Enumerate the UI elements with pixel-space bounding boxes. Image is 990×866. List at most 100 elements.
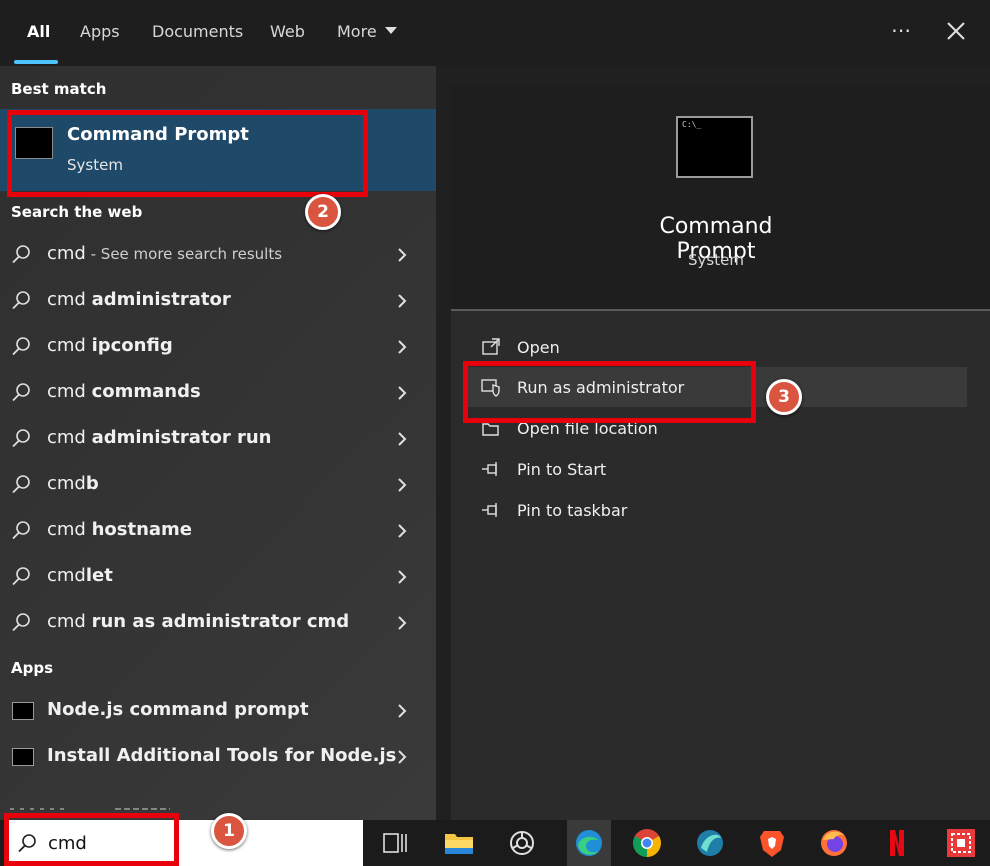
search-icon	[12, 429, 30, 448]
open-icon	[482, 338, 500, 355]
search-icon	[12, 475, 30, 494]
query-suggestion: run as administrator cmd	[91, 611, 350, 632]
web-result-label: cmdb	[47, 473, 99, 494]
action-label: Open	[517, 338, 560, 357]
query-suggestion: b	[85, 473, 99, 494]
tab-documents[interactable]: Documents	[152, 22, 243, 41]
node-terminal-icon	[12, 702, 34, 720]
web-result-label: cmd administrator	[47, 289, 231, 310]
web-result-label: cmd commands	[47, 381, 201, 402]
apps-heading: Apps	[11, 659, 54, 677]
search-icon	[12, 291, 30, 310]
web-result-item[interactable]: cmdb	[0, 463, 436, 507]
highlight-best-match	[7, 110, 368, 197]
step-badge-1: 1	[211, 813, 247, 849]
action-label: Pin to taskbar	[517, 501, 628, 520]
highlight-run-as-administrator	[463, 361, 756, 423]
step-badge-3: 3	[766, 379, 802, 415]
web-result-item[interactable]: cmdlet	[0, 555, 436, 599]
store-icon[interactable]	[944, 826, 978, 860]
query-suggestion: let	[85, 565, 113, 586]
query-prefix: cmd	[47, 335, 92, 356]
query-prefix: cmd	[47, 243, 86, 264]
query-suggestion: administrator run	[91, 427, 272, 448]
preview-subtitle: System	[688, 251, 744, 269]
web-result-label: cmd ipconfig	[47, 335, 173, 356]
chevron-right-icon	[398, 704, 407, 718]
web-result-label: cmdlet	[47, 565, 113, 586]
search-icon	[12, 613, 30, 632]
app-icon[interactable]	[693, 826, 727, 860]
chevron-right-icon	[398, 524, 407, 538]
pin-icon	[482, 462, 497, 476]
close-icon[interactable]	[945, 20, 967, 42]
app-result-label: Install Additional Tools for Node.js	[47, 745, 397, 766]
search-icon	[12, 337, 30, 356]
more-options-icon[interactable]: ⋯	[891, 18, 913, 42]
web-result-label: cmd - See more search results	[47, 243, 282, 264]
netflix-icon[interactable]	[880, 826, 914, 860]
web-result-label: cmd administrator run	[47, 427, 271, 448]
firefox-icon[interactable]	[817, 826, 851, 860]
chevron-right-icon	[398, 386, 407, 400]
top-bar	[0, 0, 990, 66]
chevron-right-icon	[398, 432, 407, 446]
chevron-right-icon	[398, 294, 407, 308]
active-tab-indicator	[14, 60, 58, 64]
search-icon	[12, 245, 30, 264]
query-prefix: cmd	[47, 289, 92, 310]
chevron-right-icon	[398, 478, 407, 492]
web-result-item[interactable]: cmd run as administrator cmd	[0, 601, 436, 645]
web-result-label: cmd hostname	[47, 519, 192, 540]
web-result-item[interactable]: cmd commands	[0, 371, 436, 415]
tab-all[interactable]: All	[27, 22, 50, 41]
tab-apps[interactable]: Apps	[80, 22, 120, 41]
search-icon	[12, 383, 30, 402]
query-prefix: cmd	[47, 473, 86, 494]
tab-more[interactable]: More	[337, 22, 397, 41]
web-result-item[interactable]: cmd hostname	[0, 509, 436, 553]
query-prefix: cmd	[47, 427, 92, 448]
chevron-right-icon	[398, 570, 407, 584]
chrome-icon[interactable]	[630, 826, 664, 860]
list-item[interactable]: Install Additional Tools for Node.js	[0, 735, 436, 779]
chevron-right-icon	[398, 340, 407, 354]
chevron-down-icon	[384, 27, 397, 34]
web-result-item[interactable]: cmd administrator run	[0, 417, 436, 461]
action-pin-to-start[interactable]: Pin to Start	[467, 449, 967, 489]
web-result-item[interactable]: cmd - See more search results	[0, 233, 436, 277]
chevron-right-icon	[398, 616, 407, 630]
search-web-heading: Search the web	[11, 203, 143, 221]
web-result-label: cmd run as administrator cmd	[47, 611, 349, 632]
app-result-label: Node.js command prompt	[47, 699, 309, 720]
web-result-item[interactable]: cmd ipconfig	[0, 325, 436, 369]
query-suggestion: administrator	[91, 289, 231, 310]
chatgpt-icon[interactable]	[505, 826, 539, 860]
step-badge-2: 2	[305, 194, 341, 230]
query-prefix: cmd	[47, 611, 92, 632]
divider	[451, 309, 990, 311]
chevron-right-icon	[398, 248, 407, 262]
best-match-heading: Best match	[11, 80, 107, 98]
query-prefix: cmd	[47, 519, 92, 540]
search-icon	[12, 567, 30, 586]
action-label: Pin to Start	[517, 460, 607, 479]
chevron-right-icon	[398, 750, 407, 764]
file-explorer-icon[interactable]	[442, 826, 476, 860]
tab-more-label: More	[337, 22, 377, 41]
query-suggestion: ipconfig	[91, 335, 173, 356]
query-prefix: cmd	[47, 565, 86, 586]
action-pin-to-taskbar[interactable]: Pin to taskbar	[467, 490, 967, 530]
brave-icon[interactable]	[755, 826, 789, 860]
task-view-icon[interactable]	[378, 826, 412, 860]
node-terminal-icon	[12, 748, 34, 766]
command-prompt-large-icon: C:\_	[676, 116, 753, 178]
partial-text-artifact	[10, 808, 170, 810]
pin-icon	[482, 503, 497, 517]
query-prefix: cmd	[47, 381, 92, 402]
tab-web[interactable]: Web	[270, 22, 305, 41]
edge-icon[interactable]	[572, 826, 606, 860]
list-item[interactable]: Node.js command prompt	[0, 689, 436, 733]
highlight-search-box	[4, 813, 179, 866]
web-result-item[interactable]: cmd administrator	[0, 279, 436, 323]
